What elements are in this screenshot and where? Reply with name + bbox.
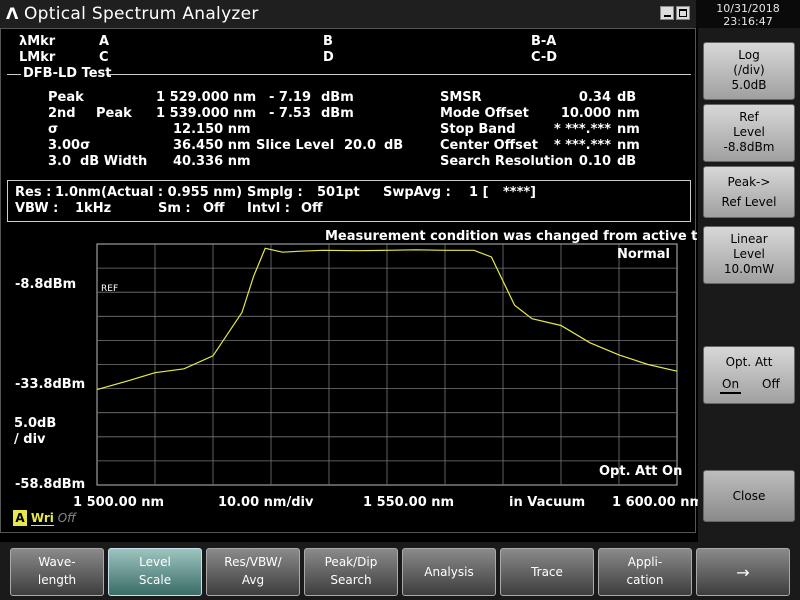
- x-center-label: 1 550.00 nm: [363, 495, 455, 510]
- maximize-button[interactable]: [676, 6, 690, 20]
- minimize-button[interactable]: [660, 6, 674, 20]
- log-div-label: (/div): [733, 63, 765, 77]
- application-key[interactable]: Appli- cation: [598, 548, 692, 596]
- log-label: Log: [738, 48, 760, 62]
- plot-grid: [96, 243, 678, 486]
- wavelength-key[interactable]: Wave- length: [10, 548, 104, 596]
- y-bottom-label: -58.8dBm: [15, 477, 86, 492]
- y-scale-label: 5.0dB: [14, 416, 57, 431]
- trace-key[interactable]: Trace: [500, 548, 594, 596]
- res-vbw-avg-key[interactable]: Res/VBW/ Avg: [206, 548, 300, 596]
- trace-write-status: A Wri Off: [13, 510, 76, 526]
- write-label: Wri: [30, 511, 54, 526]
- key-line1: Wave-: [38, 555, 76, 569]
- opt-att-off[interactable]: Off: [762, 377, 780, 392]
- close-label: Close: [732, 489, 766, 503]
- peak-to-label: Peak->: [727, 175, 771, 189]
- analysis-key[interactable]: Analysis: [402, 548, 496, 596]
- title-bar: Λ Optical Spectrum Analyzer: [0, 0, 696, 29]
- ref-level-softkey[interactable]: Ref Level -8.8dBm: [703, 104, 795, 162]
- app-logo-icon: Λ: [6, 4, 19, 23]
- opt-att-softkey[interactable]: Opt. Att On Off: [703, 346, 795, 404]
- write-off-label: Off: [57, 511, 76, 525]
- arrow-right-icon: →: [736, 563, 750, 582]
- y-mid-label: -33.8dBm: [15, 377, 86, 392]
- key-line1: Analysis: [424, 565, 474, 579]
- y-scale-unit: / div: [14, 432, 46, 447]
- ref-tag: REF: [101, 284, 119, 294]
- key-line1: Res/VBW/: [224, 555, 282, 569]
- x-start-label: 1 500.00 nm: [73, 495, 165, 510]
- key-line2: Search: [330, 573, 372, 587]
- peak-to-ref-softkey[interactable]: Peak-> Ref Level: [703, 166, 795, 218]
- log-div-softkey[interactable]: Log (/div) 5.0dB: [703, 42, 795, 100]
- key-line2: cation: [626, 573, 664, 587]
- main-panel: λMkr A B B-A LMkr C D C-D DFB-LD Test Pe…: [0, 28, 734, 533]
- key-line1: Trace: [531, 565, 563, 579]
- datetime: 10/31/2018 23:16:47: [698, 2, 798, 28]
- close-softkey[interactable]: Close: [703, 470, 795, 522]
- ref-level-value: -8.8dBm: [723, 140, 775, 154]
- log-value: 5.0dB: [731, 78, 767, 92]
- level-scale-key[interactable]: Level Scale: [108, 548, 202, 596]
- key-line1: Peak/Dip: [324, 555, 378, 569]
- y-top-label: -8.8dBm: [15, 277, 77, 292]
- x-stop-label: 1 600.00 nm: [612, 495, 704, 510]
- opt-att-on[interactable]: On: [720, 377, 742, 394]
- peak-dip-search-key[interactable]: Peak/Dip Search: [304, 548, 398, 596]
- key-line2: length: [37, 573, 77, 587]
- opt-att-status: Opt. Att On: [599, 464, 683, 479]
- opt-att-label: Opt. Att: [725, 355, 773, 369]
- linear-level-label: Level: [733, 247, 765, 261]
- trace-a-badge: A: [13, 510, 27, 526]
- linear-label: Linear: [730, 232, 768, 246]
- key-line2: Scale: [138, 573, 172, 587]
- x-div-label: 10.00 nm/div: [218, 495, 314, 510]
- linear-level-value: 10.0mW: [723, 262, 775, 276]
- ref-level-target-label: Ref Level: [721, 195, 777, 209]
- trace-mode: Normal: [617, 247, 670, 262]
- next-page-key[interactable]: →: [696, 548, 790, 596]
- x-medium-label: in Vacuum: [509, 495, 586, 510]
- linear-level-softkey[interactable]: Linear Level 10.0mW: [703, 226, 795, 284]
- spectrum-plot: [96, 243, 678, 486]
- key-line1: Level: [139, 555, 171, 569]
- key-line1: Appli-: [627, 555, 663, 569]
- ref-label: Ref: [739, 110, 759, 124]
- clock-area: 10/31/2018 23:16:47: [696, 0, 800, 28]
- window-title: Optical Spectrum Analyzer: [24, 4, 259, 24]
- date-text: 10/31/2018: [716, 2, 780, 15]
- time-text: 23:16:47: [723, 15, 773, 28]
- ref-level-label: Level: [733, 125, 765, 139]
- key-line2: Avg: [241, 573, 265, 587]
